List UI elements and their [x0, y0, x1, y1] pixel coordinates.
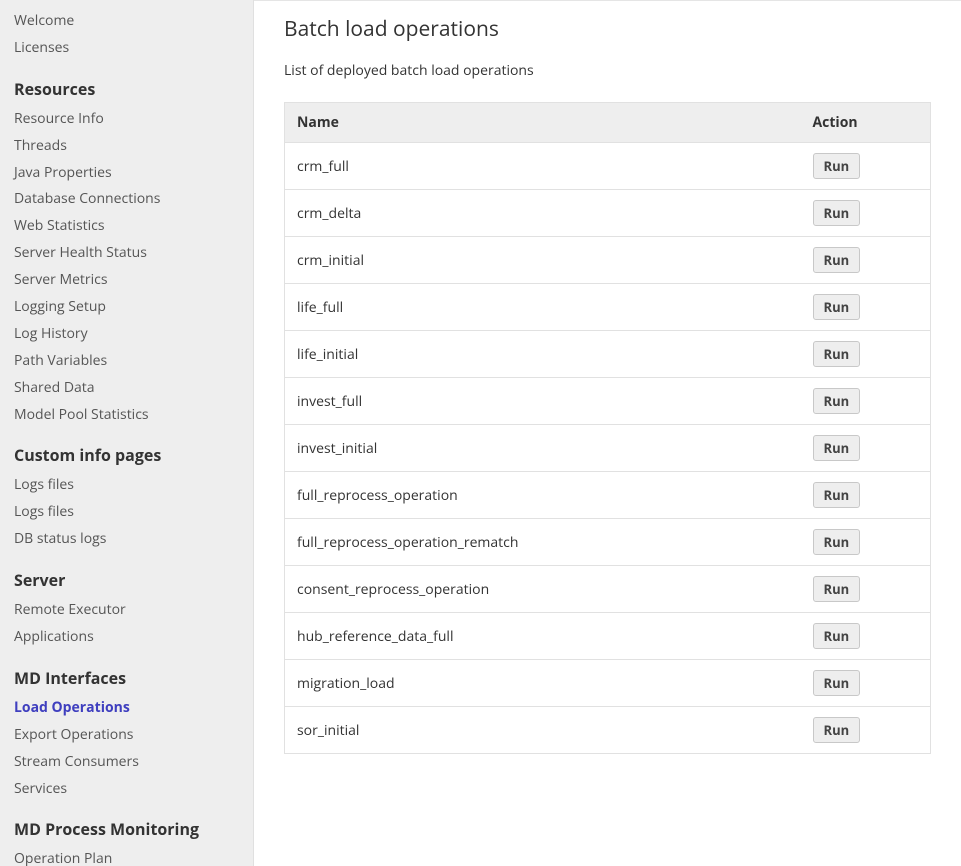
sidebar-item[interactable]: Model Pool Statistics: [0, 402, 253, 429]
run-button[interactable]: Run: [813, 576, 861, 602]
run-button[interactable]: Run: [813, 482, 861, 508]
operation-action-cell: Run: [801, 237, 931, 284]
operation-name: consent_reprocess_operation: [285, 566, 801, 613]
operation-action-cell: Run: [801, 284, 931, 331]
sidebar-item[interactable]: Stream Consumers: [0, 749, 253, 776]
sidebar-item[interactable]: Shared Data: [0, 375, 253, 402]
operation-action-cell: Run: [801, 143, 931, 190]
run-button[interactable]: Run: [813, 341, 861, 367]
table-row: full_reprocess_operation Run: [285, 472, 931, 519]
operation-action-cell: Run: [801, 378, 931, 425]
sidebar-item[interactable]: Logs files: [0, 472, 253, 499]
table-row: hub_reference_data_full Run: [285, 613, 931, 660]
operation-action-cell: Run: [801, 472, 931, 519]
sidebar-item[interactable]: Applications: [0, 624, 253, 651]
sidebar-item[interactable]: Operation Plan: [0, 846, 253, 866]
operation-action-cell: Run: [801, 707, 931, 754]
column-header-name: Name: [285, 103, 801, 143]
sidebar-item[interactable]: Log History: [0, 321, 253, 348]
sidebar-heading: MD Interfaces: [0, 651, 253, 695]
run-button[interactable]: Run: [813, 153, 861, 179]
column-header-action: Action: [801, 103, 931, 143]
operations-table: Name Action crm_fullRuncrm_deltaRuncrm_i…: [284, 102, 931, 754]
table-row: invest_full Run: [285, 378, 931, 425]
operation-name: full_reprocess_operation: [285, 472, 801, 519]
operation-action-cell: Run: [801, 331, 931, 378]
operation-action-cell: Run: [801, 566, 931, 613]
sidebar-item[interactable]: Logs files: [0, 499, 253, 526]
operation-name: sor_initial: [285, 707, 801, 754]
run-button[interactable]: Run: [813, 435, 861, 461]
sidebar-heading: Server: [0, 553, 253, 597]
table-row: full_reprocess_operation_rematch Run: [285, 519, 931, 566]
sidebar-heading: Custom info pages: [0, 428, 253, 472]
table-row: consent_reprocess_operation Run: [285, 566, 931, 613]
sidebar-heading: Resources: [0, 62, 253, 106]
operation-name: crm_delta: [285, 190, 801, 237]
operation-name: migration_load: [285, 660, 801, 707]
operation-action-cell: Run: [801, 613, 931, 660]
sidebar-item[interactable]: Export Operations: [0, 722, 253, 749]
run-button[interactable]: Run: [813, 529, 861, 555]
operation-name: hub_reference_data_full: [285, 613, 801, 660]
operation-action-cell: Run: [801, 190, 931, 237]
run-button[interactable]: Run: [813, 670, 861, 696]
sidebar-item[interactable]: Resource Info: [0, 106, 253, 133]
operation-name: invest_initial: [285, 425, 801, 472]
sidebar-item[interactable]: Threads: [0, 133, 253, 160]
table-row: crm_full Run: [285, 143, 931, 190]
operation-action-cell: Run: [801, 660, 931, 707]
run-button[interactable]: Run: [813, 623, 861, 649]
table-row: sor_initial Run: [285, 707, 931, 754]
operation-name: crm_initial: [285, 237, 801, 284]
sidebar-item[interactable]: Web Statistics: [0, 213, 253, 240]
sidebar-item[interactable]: DB status logs: [0, 526, 253, 553]
table-row: migration_load Run: [285, 660, 931, 707]
table-row: crm_delta Run: [285, 190, 931, 237]
sidebar-item[interactable]: Java Properties: [0, 160, 253, 187]
operation-action-cell: Run: [801, 519, 931, 566]
sidebar-heading: MD Process Monitoring: [0, 802, 253, 846]
sidebar-item[interactable]: Path Variables: [0, 348, 253, 375]
table-row: crm_initial Run: [285, 237, 931, 284]
operation-name: crm_full: [285, 143, 801, 190]
run-button[interactable]: Run: [813, 200, 861, 226]
page-title: Batch load operations: [284, 15, 931, 43]
operation-name: invest_full: [285, 378, 801, 425]
page-subtitle: List of deployed batch load operations: [284, 61, 931, 80]
operation-name: life_initial: [285, 331, 801, 378]
main-content: Batch load operations List of deployed b…: [254, 0, 961, 866]
sidebar-item[interactable]: Welcome: [0, 8, 253, 35]
operation-name: full_reprocess_operation_rematch: [285, 519, 801, 566]
sidebar-item[interactable]: Services: [0, 776, 253, 803]
table-row: invest_initial Run: [285, 425, 931, 472]
table-row: life_initial Run: [285, 331, 931, 378]
sidebar-item[interactable]: Server Health Status: [0, 240, 253, 267]
operation-action-cell: Run: [801, 425, 931, 472]
operation-name: life_full: [285, 284, 801, 331]
sidebar-item[interactable]: Logging Setup: [0, 294, 253, 321]
run-button[interactable]: Run: [813, 247, 861, 273]
run-button[interactable]: Run: [813, 717, 861, 743]
sidebar: WelcomeLicensesResourcesResource InfoThr…: [0, 0, 254, 866]
sidebar-item[interactable]: Database Connections: [0, 186, 253, 213]
sidebar-item[interactable]: Licenses: [0, 35, 253, 62]
sidebar-item[interactable]: Remote Executor: [0, 597, 253, 624]
table-row: life_full Run: [285, 284, 931, 331]
run-button[interactable]: Run: [813, 388, 861, 414]
sidebar-item[interactable]: Server Metrics: [0, 267, 253, 294]
run-button[interactable]: Run: [813, 294, 861, 320]
sidebar-item[interactable]: Load Operations: [0, 695, 253, 722]
